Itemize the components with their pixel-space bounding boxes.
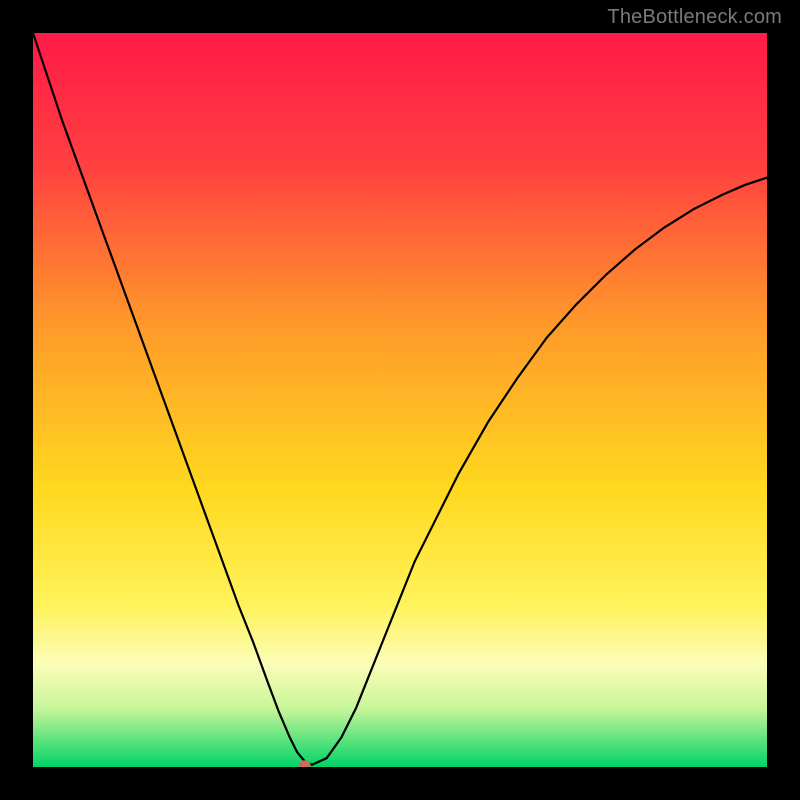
plot-area xyxy=(33,33,767,767)
watermark-text: TheBottleneck.com xyxy=(607,6,782,29)
gradient-background xyxy=(33,33,767,767)
chart-container: TheBottleneck.com xyxy=(0,0,800,800)
bottleneck-chart xyxy=(33,33,767,767)
